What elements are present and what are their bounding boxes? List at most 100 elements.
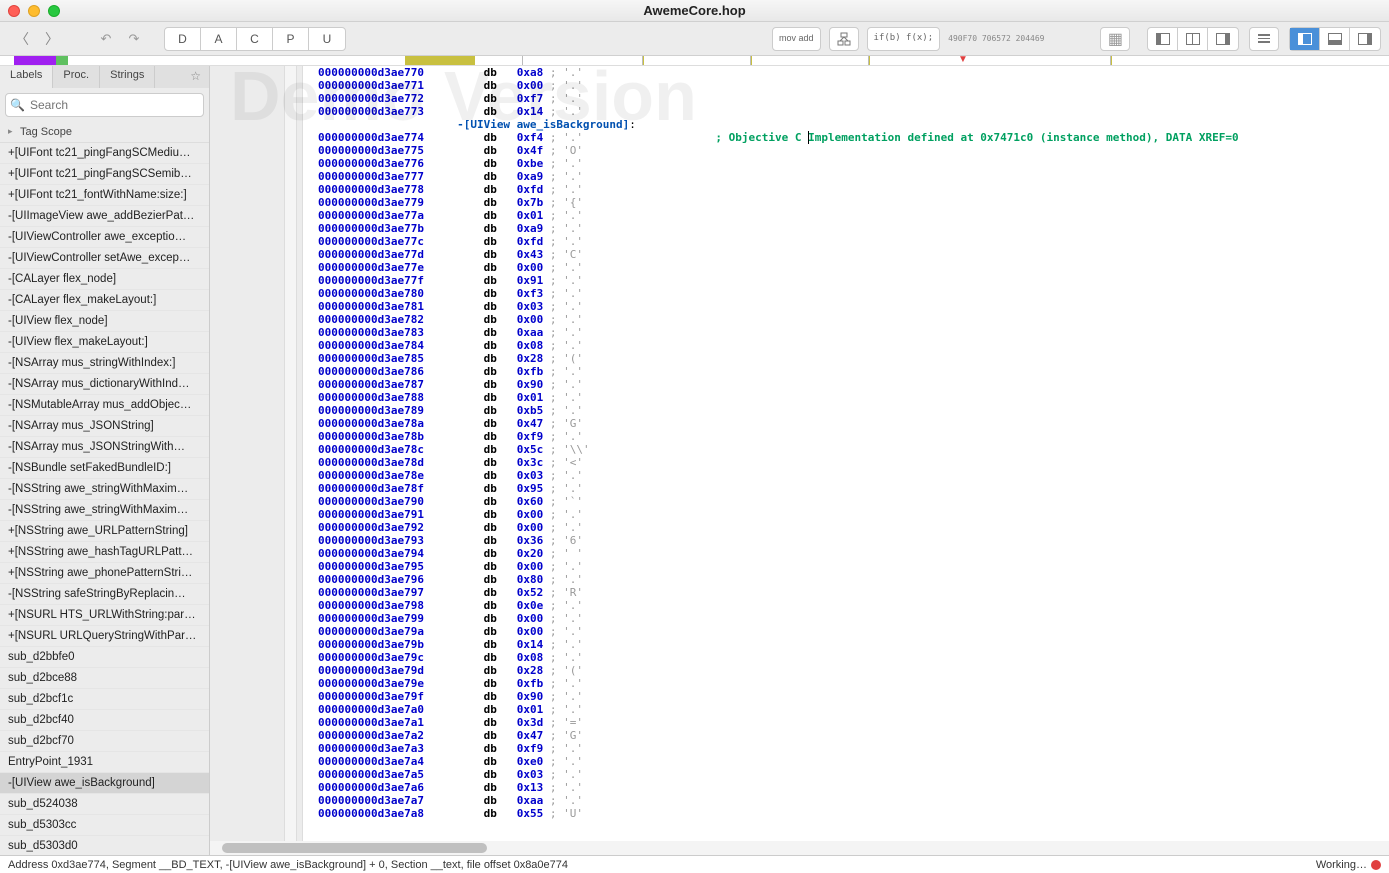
asm-line[interactable]: 000000000d3ae7a2 db 0x47 ; 'G' [318,729,1389,742]
asm-line[interactable]: 000000000d3ae79c db 0x08 ; '.' [318,651,1389,664]
label-item[interactable]: sub_d2bcf40 [0,710,209,731]
asm-line[interactable]: 000000000d3ae77c db 0xfd ; '.' [318,235,1389,248]
asm-line[interactable]: 000000000d3ae7a4 db 0xe0 ; '.' [318,755,1389,768]
disassembly-view[interactable]: 000000000d3ae770 db 0xa8 ; '.'000000000d… [210,66,1389,855]
label-item[interactable]: -[NSBundle setFakedBundleID:] [0,458,209,479]
label-item[interactable]: -[NSArray mus_stringWithIndex:] [0,353,209,374]
label-item[interactable]: +[UIFont tc21_pingFangSCSemib… [0,164,209,185]
asm-line[interactable]: 000000000d3ae784 db 0x08 ; '.' [318,339,1389,352]
asm-line[interactable]: 000000000d3ae799 db 0x00 ; '.' [318,612,1389,625]
label-item[interactable]: sub_d2bce88 [0,668,209,689]
asm-line[interactable]: 000000000d3ae77f db 0x91 ; '.' [318,274,1389,287]
mode-p[interactable]: P [273,28,309,50]
label-item[interactable]: sub_d5303cc [0,815,209,836]
asm-line[interactable]: 000000000d3ae793 db 0x36 ; '6' [318,534,1389,547]
asm-line[interactable]: 000000000d3ae77b db 0xa9 ; '.' [318,222,1389,235]
asm-line[interactable]: 000000000d3ae79d db 0x28 ; '(' [318,664,1389,677]
label-list[interactable]: +[UIFont tc21_pingFangSCMediu…+[UIFont t… [0,143,209,855]
asm-line[interactable]: 000000000d3ae788 db 0x01 ; '.' [318,391,1389,404]
asm-line[interactable]: 000000000d3ae794 db 0x20 ; ' ' [318,547,1389,560]
asm-line[interactable]: 000000000d3ae790 db 0x60 ; '`' [318,495,1389,508]
label-item[interactable]: -[UIViewController awe_exceptio… [0,227,209,248]
asm-line[interactable]: 000000000d3ae775 db 0x4f ; 'O' [318,144,1389,157]
search-input[interactable] [5,93,204,117]
label-item[interactable]: -[NSArray mus_JSONString] [0,416,209,437]
label-item[interactable]: +[NSString awe_phonePatternStri… [0,563,209,584]
layout-2[interactable] [1178,28,1208,50]
asm-line[interactable]: 000000000d3ae7a0 db 0x01 ; '.' [318,703,1389,716]
scrollbar-thumb[interactable] [222,843,487,853]
asm-line[interactable]: 000000000d3ae79f db 0x90 ; '.' [318,690,1389,703]
label-item[interactable]: +[UIFont tc21_fontWithName:size:] [0,185,209,206]
asm-line[interactable]: 000000000d3ae771 db 0x00 ; '.' [318,79,1389,92]
asm-line[interactable]: 000000000d3ae77e db 0x00 ; '.' [318,261,1389,274]
movadd-button[interactable]: mov add [772,27,821,51]
label-item[interactable]: -[NSArray mus_JSONStringWith… [0,437,209,458]
undo-button[interactable]: ↶ [94,27,118,51]
asm-line[interactable]: 000000000d3ae773 db 0x14 ; '.' [318,105,1389,118]
tag-scope[interactable]: Tag Scope [0,122,209,143]
asm-line[interactable]: 000000000d3ae78d db 0x3c ; '<' [318,456,1389,469]
asm-line[interactable]: 000000000d3ae778 db 0xfd ; '.' [318,183,1389,196]
asm-line[interactable]: 000000000d3ae798 db 0x0e ; '.' [318,599,1389,612]
cpu-button[interactable]: ▦ [1100,27,1130,51]
label-item[interactable]: -[CALayer flex_node] [0,269,209,290]
label-item[interactable]: sub_d2bbfe0 [0,647,209,668]
asm-line[interactable]: 000000000d3ae791 db 0x00 ; '.' [318,508,1389,521]
asm-line[interactable]: 000000000d3ae79b db 0x14 ; '.' [318,638,1389,651]
panel-left[interactable] [1290,28,1320,50]
label-item[interactable]: sub_d524038 [0,794,209,815]
label-item[interactable]: -[UIView flex_node] [0,311,209,332]
asm-line[interactable]: 000000000d3ae79a db 0x00 ; '.' [318,625,1389,638]
label-item[interactable]: -[UIViewController setAwe_excep… [0,248,209,269]
label-item[interactable]: -[NSString safeStringByReplacin… [0,584,209,605]
pseudocode-button[interactable]: if(b) f(x); [867,27,941,51]
asm-line[interactable]: -[UIView awe_isBackground]: [318,118,1389,131]
asm-line[interactable]: 000000000d3ae782 db 0x00 ; '.' [318,313,1389,326]
label-item[interactable]: sub_d2bcf70 [0,731,209,752]
redo-button[interactable]: ↷ [122,27,146,51]
label-item[interactable]: +[NSURL URLQueryStringWithPar… [0,626,209,647]
asm-line[interactable]: 000000000d3ae78c db 0x5c ; '\\' [318,443,1389,456]
zoom-window[interactable] [48,5,60,17]
label-item[interactable]: -[NSArray mus_dictionaryWithInd… [0,374,209,395]
asm-line[interactable]: 000000000d3ae78b db 0xf9 ; '.' [318,430,1389,443]
label-item[interactable]: +[NSString awe_URLPatternString] [0,521,209,542]
label-item[interactable]: EntryPoint_1931 [0,752,209,773]
minimap[interactable]: ▼ [0,56,1389,66]
asm-line[interactable]: 000000000d3ae786 db 0xfb ; '.' [318,365,1389,378]
mode-u[interactable]: U [309,28,345,50]
label-item[interactable]: +[UIFont tc21_pingFangSCMediu… [0,143,209,164]
label-item[interactable]: -[NSMutableArray mus_addObjec… [0,395,209,416]
asm-line[interactable]: 000000000d3ae78a db 0x47 ; 'G' [318,417,1389,430]
asm-line[interactable]: 000000000d3ae7a1 db 0x3d ; '=' [318,716,1389,729]
label-item[interactable]: -[CALayer flex_makeLayout:] [0,290,209,311]
asm-line[interactable]: 000000000d3ae774 db 0xf4 ; '.' ; Objecti… [318,131,1389,144]
label-item[interactable]: -[UIView flex_makeLayout:] [0,332,209,353]
layout-3[interactable] [1208,28,1238,50]
forward-button[interactable]: 〉 [38,27,66,51]
asm-line[interactable]: 000000000d3ae797 db 0x52 ; 'R' [318,586,1389,599]
asm-line[interactable]: 000000000d3ae776 db 0xbe ; '.' [318,157,1389,170]
label-item[interactable]: -[NSString awe_stringWithMaxim… [0,500,209,521]
mode-a[interactable]: A [201,28,237,50]
asm-line[interactable]: 000000000d3ae78f db 0x95 ; '.' [318,482,1389,495]
graph-button[interactable] [829,27,859,51]
label-item[interactable]: sub_d5303d0 [0,836,209,855]
asm-line[interactable]: 000000000d3ae7a8 db 0x55 ; 'U' [318,807,1389,820]
asm-line[interactable]: 000000000d3ae781 db 0x03 ; '.' [318,300,1389,313]
asm-line[interactable]: 000000000d3ae796 db 0x80 ; '.' [318,573,1389,586]
asm-line[interactable]: 000000000d3ae79e db 0xfb ; '.' [318,677,1389,690]
horizontal-scrollbar[interactable] [210,841,1389,855]
tab-labels[interactable]: Labels [0,66,53,88]
asm-line[interactable]: 000000000d3ae783 db 0xaa ; '.' [318,326,1389,339]
list-button[interactable] [1249,27,1279,51]
mode-c[interactable]: C [237,28,273,50]
back-button[interactable]: 〈 [8,27,36,51]
asm-line[interactable]: 000000000d3ae785 db 0x28 ; '(' [318,352,1389,365]
layout-1[interactable] [1148,28,1178,50]
asm-line[interactable]: 000000000d3ae777 db 0xa9 ; '.' [318,170,1389,183]
asm-line[interactable]: 000000000d3ae7a3 db 0xf9 ; '.' [318,742,1389,755]
asm-line[interactable]: 000000000d3ae770 db 0xa8 ; '.' [318,66,1389,79]
asm-line[interactable]: 000000000d3ae772 db 0xf7 ; '.' [318,92,1389,105]
